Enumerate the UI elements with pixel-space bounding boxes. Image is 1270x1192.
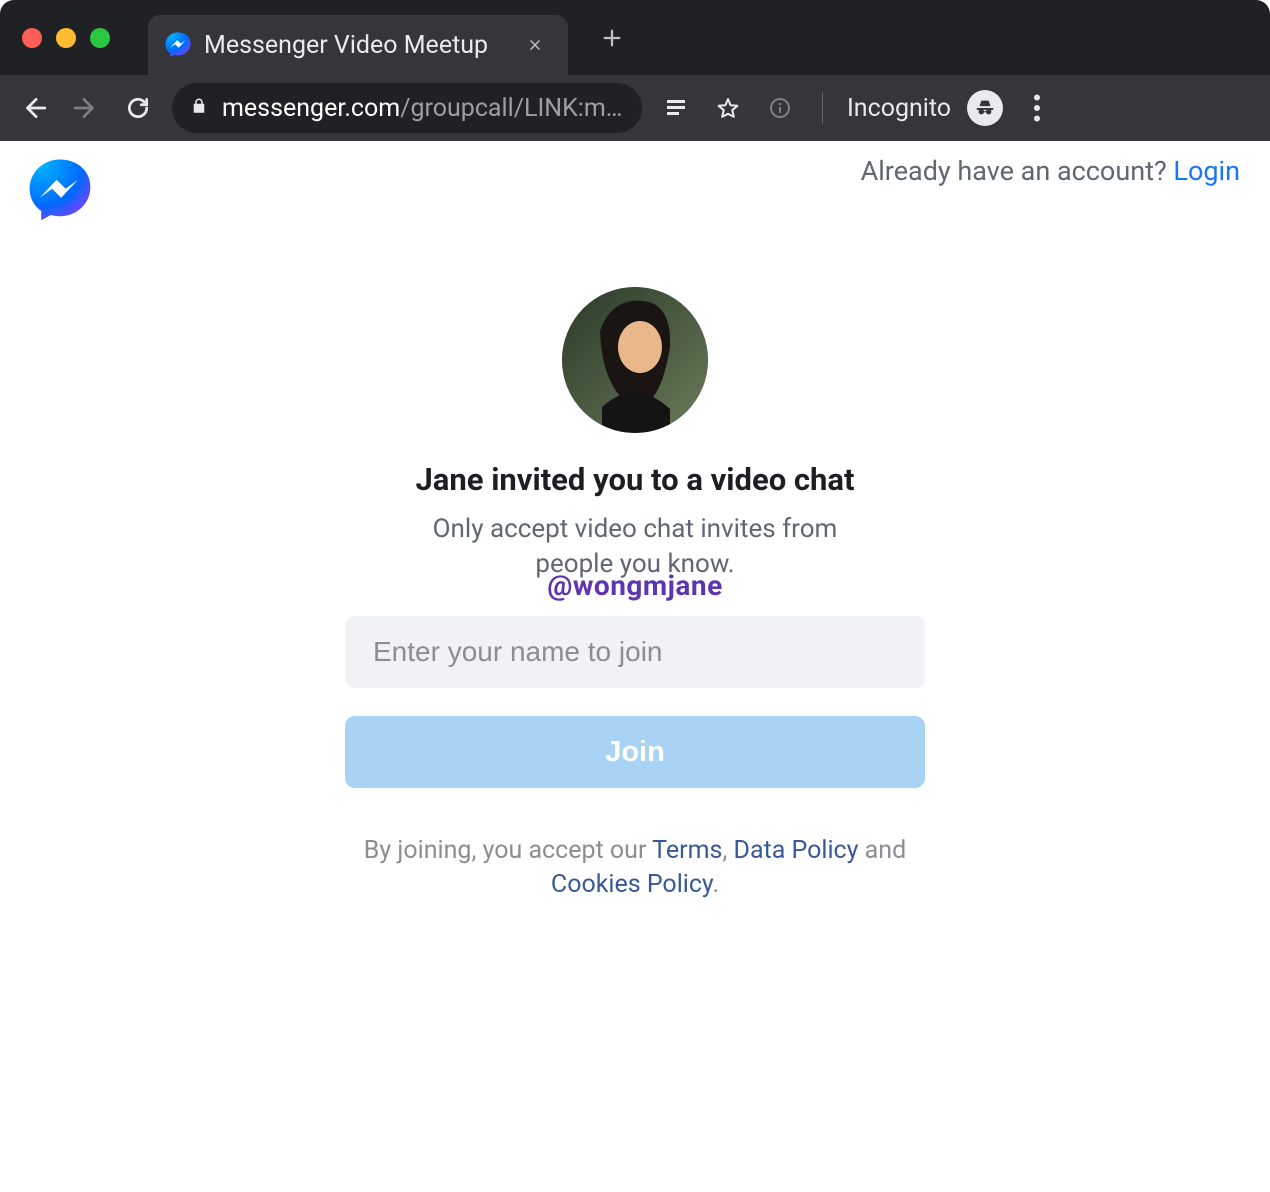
tab-close-button[interactable] xyxy=(522,32,548,58)
disclaimer-sep2: and xyxy=(858,836,906,865)
disclaimer-suffix: . xyxy=(712,870,719,899)
data-policy-link[interactable]: Data Policy xyxy=(734,836,859,865)
tab-strip: Messenger Video Meetup xyxy=(148,0,632,75)
account-prompt: Already have an account? Login xyxy=(861,155,1240,187)
browser-toolbar: messenger.com/groupcall/LINK:m… Incognit… xyxy=(0,75,1270,141)
cookies-policy-link[interactable]: Cookies Policy xyxy=(551,870,713,899)
browser-tab[interactable]: Messenger Video Meetup xyxy=(148,15,568,75)
url-path: /groupcall/LINK:m… xyxy=(400,94,622,123)
reload-button[interactable] xyxy=(120,90,156,126)
toolbar-separator xyxy=(822,92,823,124)
url-text: messenger.com/groupcall/LINK:m… xyxy=(222,94,623,123)
watermark-handle: @wongmjane xyxy=(547,569,723,602)
messenger-favicon-icon xyxy=(164,31,192,59)
url-domain: messenger.com xyxy=(222,94,400,123)
minimize-window-button[interactable] xyxy=(56,28,76,48)
page-content: Already have an account? Login Jane invi… xyxy=(0,141,1270,1192)
forward-button[interactable] xyxy=(68,90,104,126)
invite-panel: Jane invited you to a video chat Only ac… xyxy=(345,287,925,902)
reader-mode-icon[interactable] xyxy=(658,90,694,126)
host-avatar xyxy=(562,287,708,433)
messenger-logo-icon xyxy=(24,155,96,227)
tab-title: Messenger Video Meetup xyxy=(204,31,510,60)
close-window-button[interactable] xyxy=(22,28,42,48)
maximize-window-button[interactable] xyxy=(90,28,110,48)
browser-chrome: Messenger Video Meetup messenger.com xyxy=(0,0,1270,141)
incognito-label: Incognito xyxy=(847,94,951,123)
address-bar[interactable]: messenger.com/groupcall/LINK:m… xyxy=(172,83,642,133)
lock-icon xyxy=(190,97,208,119)
name-input[interactable] xyxy=(345,616,925,688)
disclaimer-prefix: By joining, you accept our xyxy=(364,836,652,865)
disclaimer-sep1: , xyxy=(722,836,733,865)
new-tab-button[interactable] xyxy=(592,18,632,58)
invite-headline: Jane invited you to a video chat xyxy=(415,461,854,498)
info-icon[interactable] xyxy=(762,90,798,126)
account-prompt-text: Already have an account? xyxy=(861,155,1174,187)
browser-menu-button[interactable] xyxy=(1019,90,1055,126)
incognito-icon[interactable] xyxy=(967,90,1003,126)
disclaimer-text: By joining, you accept our Terms, Data P… xyxy=(345,834,925,902)
bookmark-star-icon[interactable] xyxy=(710,90,746,126)
login-link[interactable]: Login xyxy=(1173,155,1240,187)
back-button[interactable] xyxy=(16,90,52,126)
terms-link[interactable]: Terms xyxy=(652,836,722,865)
browser-titlebar: Messenger Video Meetup xyxy=(0,0,1270,75)
join-button[interactable]: Join xyxy=(345,716,925,788)
page-header: Already have an account? Login xyxy=(0,141,1270,227)
window-controls xyxy=(22,28,110,48)
